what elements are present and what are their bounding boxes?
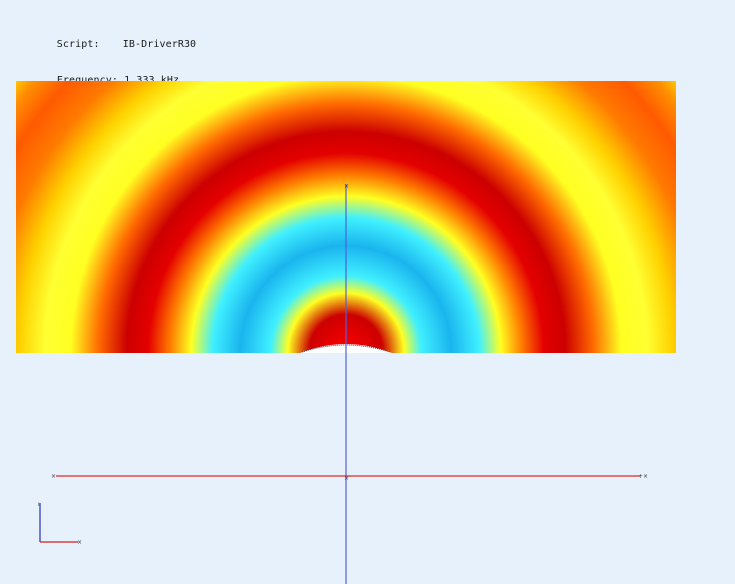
script-label: Script: [56, 39, 100, 50]
script-value: IB-DriverR30 [122, 39, 197, 50]
simulation-viewport[interactable]: Script:IB-DriverR30 Frequency: 1.333 kHz [0, 0, 735, 584]
triad-x-marker: × [77, 539, 82, 546]
horizontal-axis-left-marker: × [51, 473, 56, 480]
axis-origin-marker: × [344, 475, 349, 482]
horizontal-axis-right-marker: +× [638, 473, 648, 480]
vertical-axis-top-marker: × [344, 183, 349, 190]
orientation-triad: ı × [38, 501, 82, 546]
script-row: Script: IB-DriverR30 [20, 27, 196, 63]
